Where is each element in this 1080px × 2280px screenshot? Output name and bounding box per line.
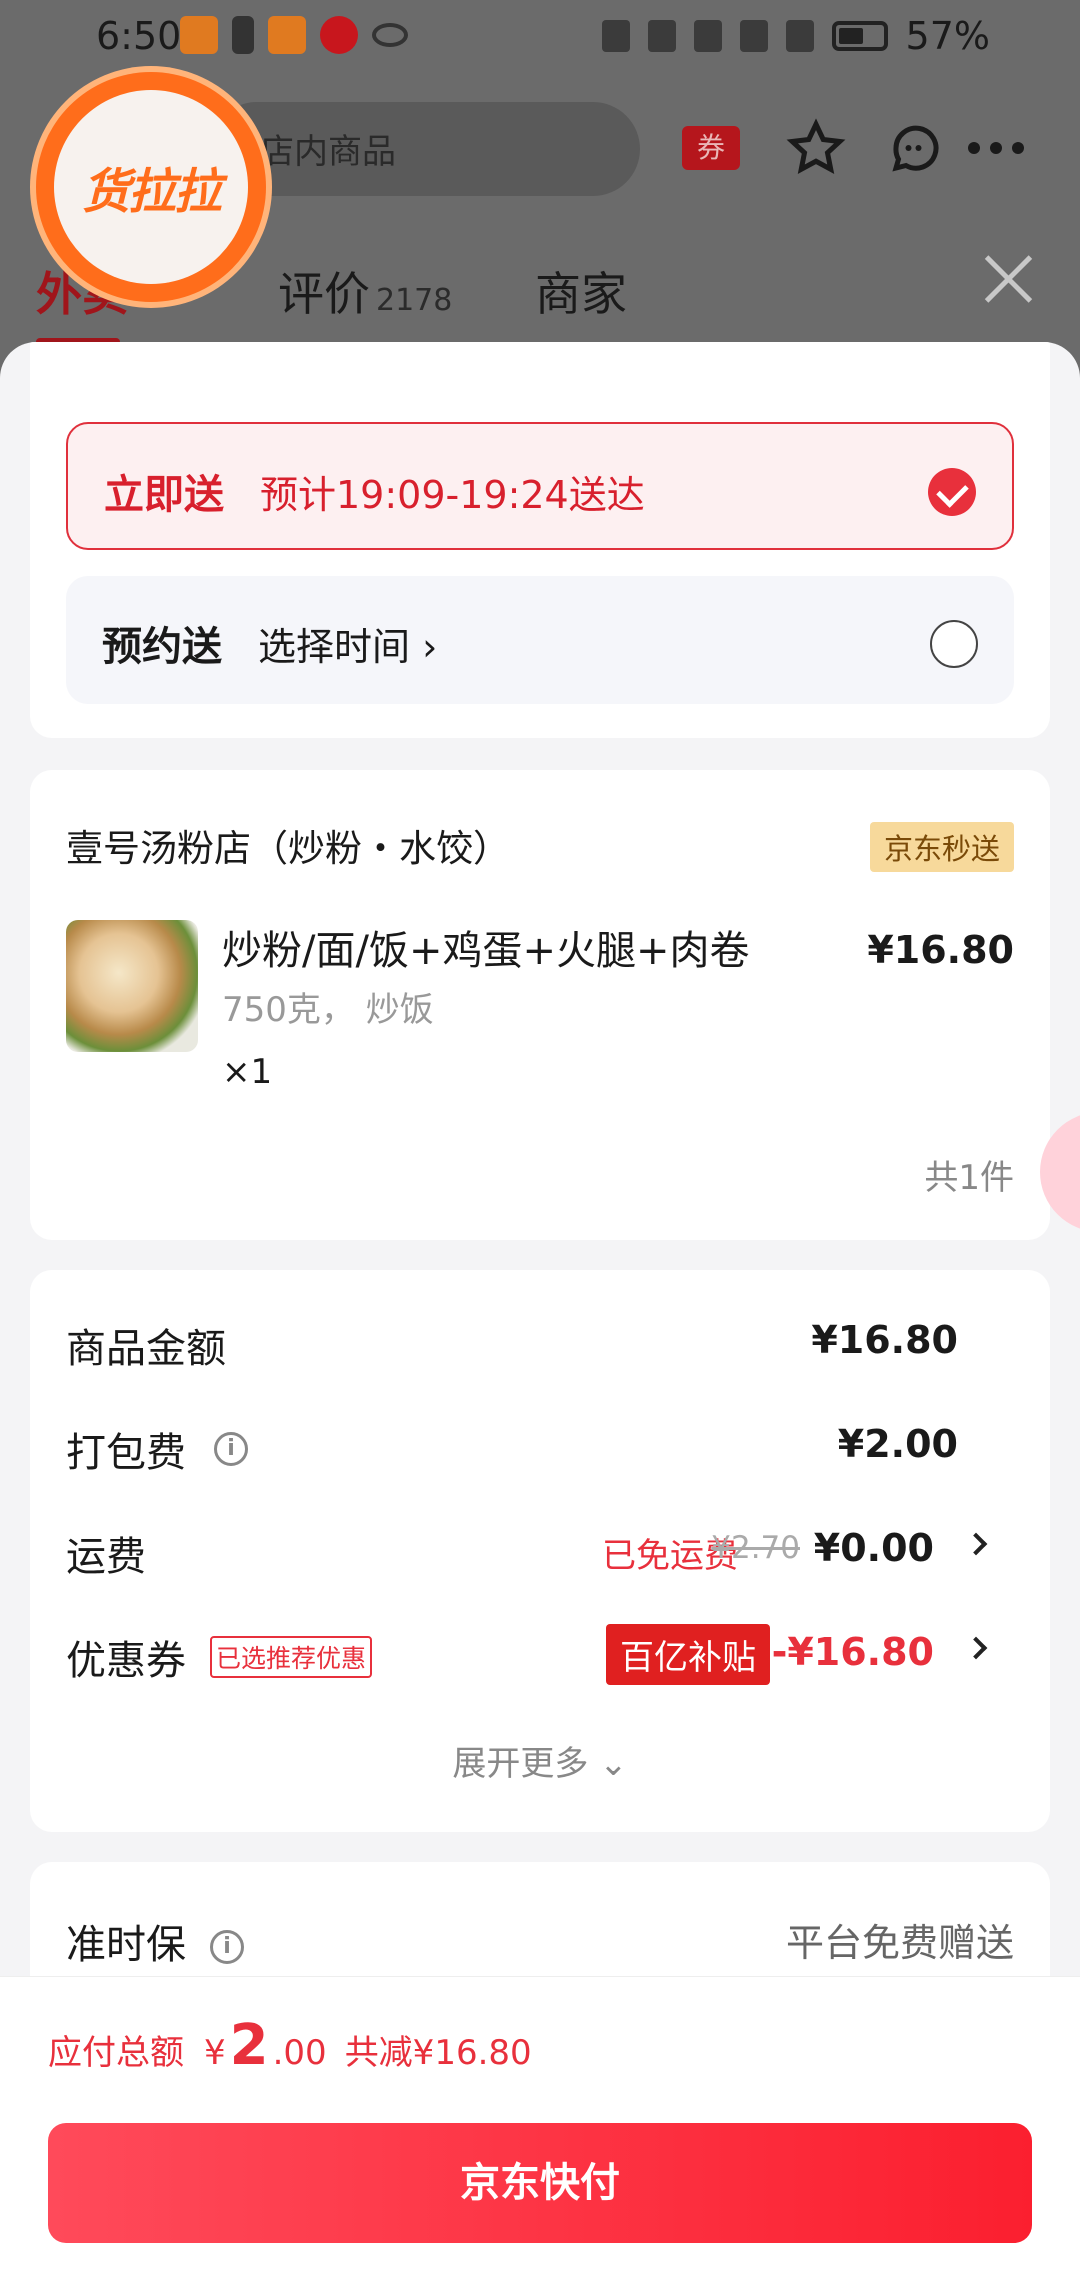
shipping-fee-value: ¥0.00 <box>813 1526 934 1570</box>
shipping-fee-row[interactable]: 运费 已免运费 ¥2.70 ¥0.00 <box>66 1518 1014 1580</box>
goods-amount-value: ¥16.80 <box>811 1318 958 1362</box>
search-placeholder: 店内商品 <box>260 132 396 172</box>
delivery-tag: 京东秒送 <box>869 822 1014 872</box>
total-saved: 共减¥16.80 <box>344 2033 532 2073</box>
total-decimal: .00 <box>272 2033 327 2073</box>
total-amount: 应付总额 ¥ 2 .00 共减¥16.80 <box>48 2013 532 2078</box>
coupon-discount-value: -¥16.80 <box>771 1630 934 1674</box>
item-price: ¥16.80 <box>867 928 1014 972</box>
info-icon[interactable]: i <box>210 1930 244 1964</box>
signal-icon <box>785 20 814 52</box>
goods-amount-row: 商品金额 ¥16.80 <box>66 1310 1014 1372</box>
checkout-bar: 应付总额 ¥ 2 .00 共减¥16.80 京东快付 <box>0 1976 1080 2280</box>
original-shipping-fee: ¥2.70 <box>711 1530 800 1566</box>
app-notification-icon <box>268 16 306 54</box>
item-spec: 750克， 炒饭 <box>222 990 434 1030</box>
expand-more-button[interactable]: 展开更多 ⌄ <box>30 1736 1050 1785</box>
deliver-now-eta: 预计19:09-19:24送达 <box>260 473 645 517</box>
total-integer: 2 <box>229 2013 269 2078</box>
store-card: 壹号汤粉店（炒粉・水饺） 京东秒送 炒粉/面/饭+鸡蛋+火腿+肉卷 750克， … <box>30 770 1050 1240</box>
ontime-label: 准时保 <box>66 1922 186 1968</box>
recommended-tag: 已选推荐优惠 <box>210 1636 373 1678</box>
scheduled-delivery-option[interactable]: 预约送 选择时间 › <box>66 576 1014 704</box>
search-input[interactable]: 店内商品 <box>210 102 640 196</box>
nfc-icon <box>601 20 630 52</box>
bank-app-icon <box>320 16 358 54</box>
item-count: 共1件 <box>924 1158 1014 1198</box>
chevron-right-icon <box>964 1636 988 1660</box>
fee-summary-card: 商品金额 ¥16.80 打包费 i ¥2.00 运费 已免运费 ¥2.70 ¥0… <box>30 1270 1050 1832</box>
subsidy-tag: 百亿补贴 <box>606 1624 770 1685</box>
chevron-right-icon <box>964 1532 988 1556</box>
delivery-options-card: 立即送 预计19:09-19:24送达 预约送 选择时间 › <box>30 342 1050 738</box>
deliver-now-label: 立即送 <box>104 472 224 518</box>
shipping-fee-label: 运费 <box>66 1534 146 1580</box>
choose-time-link[interactable]: 选择时间 › <box>258 616 437 671</box>
total-label: 应付总额 <box>48 2033 184 2073</box>
status-time: 6:50 <box>96 14 182 58</box>
checkmark-icon <box>928 468 976 516</box>
star-icon[interactable] <box>785 118 847 178</box>
message-icon[interactable] <box>885 118 947 178</box>
review-count: 2178 <box>376 283 453 318</box>
currency-symbol: ¥ <box>204 2033 226 2073</box>
item-quantity: ×1 <box>222 1052 273 1092</box>
radio-button[interactable] <box>930 620 978 668</box>
battery-icon <box>831 21 888 51</box>
system-indicators: 57% <box>601 14 990 58</box>
close-icon[interactable] <box>980 252 1036 308</box>
food-thumbnail[interactable] <box>66 920 198 1052</box>
goods-amount-label: 商品金额 <box>66 1326 226 1372</box>
floating-logo[interactable]: 货拉拉 <box>36 72 266 302</box>
more-icon[interactable] <box>968 142 1024 154</box>
packing-fee-value: ¥2.00 <box>837 1422 958 1466</box>
packing-fee-label: 打包费 <box>66 1430 186 1476</box>
notification-icons <box>180 16 408 54</box>
item-name: 炒粉/面/饭+鸡蛋+火腿+肉卷 <box>222 928 750 974</box>
tab-merchant[interactable]: 商家 <box>535 258 627 324</box>
ontime-value: 平台免费赠送 <box>785 1921 1014 1965</box>
pay-button[interactable]: 京东快付 <box>48 2123 1032 2243</box>
coupon-label: 优惠券 <box>66 1638 186 1684</box>
logo-text: 货拉拉 <box>81 164 222 220</box>
app-notification-icon <box>180 16 218 54</box>
tab-reviews[interactable]: 评价 2178 <box>278 258 452 324</box>
battery-percent: 57% <box>905 14 990 58</box>
tab-reviews-label: 评价 <box>278 267 370 321</box>
location-icon <box>693 20 722 52</box>
eye-icon <box>372 23 408 47</box>
deliver-now-option[interactable]: 立即送 预计19:09-19:24送达 <box>66 422 1014 550</box>
scheduled-label: 预约送 <box>102 624 222 670</box>
bluetooth-icon <box>647 20 676 52</box>
coupon-button[interactable]: 券 <box>682 126 740 170</box>
status-bar: 6:50 57% <box>0 0 1080 72</box>
mute-icon <box>739 20 768 52</box>
battery-saver-icon <box>232 16 254 54</box>
info-icon[interactable]: i <box>214 1432 248 1466</box>
coupon-row[interactable]: 优惠券 已选推荐优惠 百亿补贴 -¥16.80 <box>66 1622 1014 1685</box>
store-name[interactable]: 壹号汤粉店（炒粉・水饺） <box>66 818 510 872</box>
packing-fee-row: 打包费 i ¥2.00 <box>66 1414 1014 1476</box>
